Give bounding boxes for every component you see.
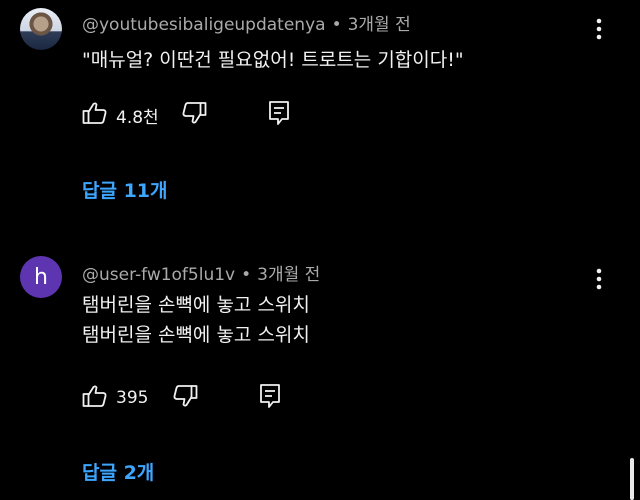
meta-separator: •: [241, 265, 252, 285]
meta-separator: •: [331, 15, 342, 35]
comment-meta: @user-fw1of5lu1v • 3개월 전: [82, 260, 320, 285]
comment-text: "매뉴얼? 이딴건 필요없어! 트로트는 기합이다!": [82, 45, 464, 75]
thumbs-down-icon: [172, 384, 198, 412]
avatar[interactable]: [20, 8, 62, 50]
view-replies-link[interactable]: 답글 2개: [82, 458, 154, 485]
comment-line: 탬버린을 손뼉에 놓고 스위치: [82, 324, 310, 346]
dislike-button[interactable]: [181, 101, 207, 129]
comment-line: "매뉴얼? 이딴건 필요없어! 트로트는 기합이다!": [82, 49, 464, 71]
thumbs-up-icon: [82, 101, 108, 129]
comment-time: 3개월 전: [347, 15, 411, 35]
view-replies-link[interactable]: 답글 11개: [82, 176, 168, 203]
comment-author[interactable]: @youtubesibaligeupdatenya: [82, 15, 326, 35]
comment-line: 탬버린을 손뼉에 놓고 스위치: [82, 294, 310, 316]
comment-actions: 4.8천: [82, 100, 291, 130]
reply-button[interactable]: [267, 100, 291, 130]
comment-time: 3개월 전: [257, 265, 321, 285]
comment-icon: [258, 383, 282, 413]
dislike-button[interactable]: [172, 384, 198, 412]
comment-actions: 395: [82, 383, 282, 413]
like-button[interactable]: 4.8천: [82, 101, 159, 129]
thumbs-up-icon: [82, 384, 108, 412]
like-button[interactable]: 395: [82, 384, 148, 412]
avatar[interactable]: h: [20, 256, 62, 298]
thumbs-down-icon: [181, 101, 207, 129]
comment-text: 탬버린을 손뼉에 놓고 스위치 탬버린을 손뼉에 놓고 스위치: [82, 290, 310, 350]
more-vert-icon[interactable]: [588, 15, 610, 43]
reply-button[interactable]: [258, 383, 282, 413]
like-count: 395: [116, 388, 149, 408]
more-vert-icon[interactable]: [588, 265, 610, 293]
scrollbar[interactable]: [630, 458, 634, 500]
comment-icon: [267, 100, 291, 130]
like-count: 4.8천: [116, 107, 159, 128]
comment-author[interactable]: @user-fw1of5lu1v: [82, 265, 235, 285]
comment-meta: @youtubesibaligeupdatenya • 3개월 전: [82, 10, 411, 35]
